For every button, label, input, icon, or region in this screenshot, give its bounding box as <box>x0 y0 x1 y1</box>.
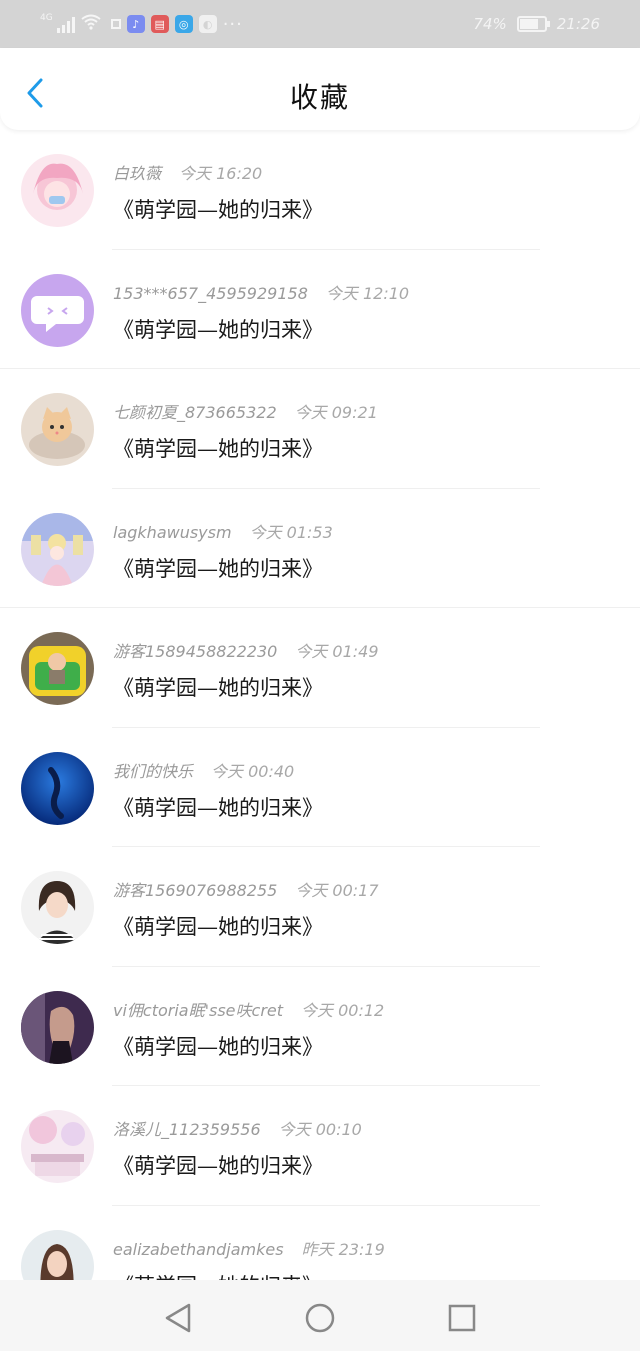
browser-app-icon: ◎ <box>174 15 193 33</box>
timestamp: 今天 12:10 <box>325 283 410 303</box>
list-item[interactable]: lagkhawusysm 今天 01:53 《萌学园—她的归来》 <box>0 489 640 608</box>
username: lagkhawusysm <box>113 522 232 542</box>
status-left: 4G ♪ ▤ ◎ ◐ ··· <box>40 10 243 38</box>
item-meta: 我们的快乐 今天 00:40 <box>113 758 294 782</box>
list-item[interactable]: 153***657_4595929158 今天 12:10 《萌学园—她的归来》 <box>0 250 640 369</box>
username: 游客1569076988255 <box>113 881 278 900</box>
username: vi佣ctoria眠'sse呋cret <box>113 1000 284 1020</box>
status-bar: 4G ♪ ▤ ◎ ◐ ··· 74% 21:26 <box>0 0 640 48</box>
username: 白玖薇 <box>113 164 162 183</box>
list-item[interactable]: ealizabethandjamkes 昨天 23:19 《萌学园—她的归来》 <box>0 1206 640 1281</box>
reader-app-icon: ▤ <box>150 15 169 33</box>
circle-home-icon <box>305 1303 335 1333</box>
nav-recents-button[interactable] <box>442 1298 482 1338</box>
item-meta: vi佣ctoria眠'sse呋cret 今天 00:12 <box>113 997 384 1021</box>
username: 七颜初夏_873665322 <box>113 403 277 422</box>
avatar[interactable] <box>21 632 94 705</box>
timestamp: 今天 09:21 <box>294 403 378 422</box>
avatar[interactable] <box>21 393 94 466</box>
username: ealizabethandjamkes <box>113 1239 284 1259</box>
item-meta: lagkhawusysm 今天 01:53 <box>113 519 333 543</box>
avatar[interactable] <box>21 1229 94 1280</box>
timestamp: 今天 01:53 <box>249 522 333 542</box>
page-title: 收藏 <box>289 81 350 114</box>
avatar[interactable] <box>21 273 94 347</box>
username: 我们的快乐 <box>113 761 194 781</box>
system-nav-bar <box>0 1280 640 1351</box>
item-title: 《萌学园—她的归来》 <box>113 1154 323 1178</box>
nav-back-button[interactable] <box>158 1298 198 1338</box>
item-title: 《萌学园—她的归来》 <box>113 1270 323 1281</box>
list-item[interactable]: 游客1569076988255 今天 00:17 《萌学园—她的归来》 <box>0 847 640 967</box>
avatar[interactable] <box>21 871 94 944</box>
avatar[interactable] <box>21 751 94 825</box>
timestamp: 昨天 23:19 <box>301 1239 385 1259</box>
timestamp: 今天 00:12 <box>301 1000 385 1020</box>
clock: 21:26 <box>556 15 600 33</box>
item-meta: 153***657_4595929158 今天 12:10 <box>113 280 409 304</box>
item-meta: 游客1589458822230 今天 01:49 <box>113 638 379 662</box>
item-title: 《萌学园—她的归来》 <box>113 198 323 222</box>
timestamp: 今天 00:10 <box>278 1120 362 1139</box>
notification-dot-icon <box>110 19 121 29</box>
item-title: 《萌学园—她的归来》 <box>113 437 323 461</box>
avatar[interactable] <box>21 512 94 586</box>
avatar[interactable] <box>21 154 94 227</box>
favorites-list: 白玖薇 今天 16:20 《萌学园—她的归来》 153***657_4595929… <box>0 130 640 1280</box>
music-app-icon: ♪ <box>126 15 145 33</box>
list-item[interactable]: 洛溪儿_112359556 今天 00:10 《萌学园—她的归来》 <box>0 1086 640 1206</box>
item-meta: 七颜初夏_873665322 今天 09:21 <box>113 399 378 423</box>
list-item[interactable]: 白玖薇 今天 16:20 《萌学园—她的归来》 <box>0 130 640 250</box>
nav-home-button[interactable] <box>300 1298 340 1338</box>
square-recents-icon <box>448 1304 476 1332</box>
item-title: 《萌学园—她的归来》 <box>113 795 323 820</box>
item-title: 《萌学园—她的归来》 <box>113 676 323 700</box>
item-title: 《萌学园—她的归来》 <box>113 1034 323 1059</box>
username: 游客1589458822230 <box>113 642 278 661</box>
timestamp: 今天 16:20 <box>179 164 263 183</box>
item-meta: 白玖薇 今天 16:20 <box>113 160 262 184</box>
username: 153***657_4595929158 <box>113 283 308 303</box>
item-meta: 洛溪儿_112359556 今天 00:10 <box>113 1116 362 1140</box>
avatar[interactable] <box>21 1110 94 1183</box>
header: 收藏 <box>0 48 640 130</box>
network-type: 4G <box>40 13 53 23</box>
avatar[interactable] <box>21 990 94 1064</box>
item-meta: ealizabethandjamkes 昨天 23:19 <box>113 1236 385 1260</box>
username: 洛溪儿_112359556 <box>113 1120 261 1139</box>
status-right: 74% 21:26 <box>473 10 600 38</box>
timestamp: 今天 00:17 <box>295 881 379 900</box>
wifi-icon <box>81 14 101 34</box>
list-item[interactable]: 我们的快乐 今天 00:40 《萌学园—她的归来》 <box>0 728 640 847</box>
list-item[interactable]: 七颜初夏_873665322 今天 09:21 《萌学园—她的归来》 <box>0 369 640 489</box>
wechat-icon: ◐ <box>198 15 217 33</box>
item-title: 《萌学园—她的归来》 <box>113 317 323 342</box>
battery-percent: 74% <box>473 15 507 33</box>
timestamp: 今天 00:40 <box>211 761 295 781</box>
item-title: 《萌学园—她的归来》 <box>113 556 323 581</box>
list-item[interactable]: vi佣ctoria眠'sse呋cret 今天 00:12 《萌学园—她的归来》 <box>0 967 640 1086</box>
timestamp: 今天 01:49 <box>295 642 379 661</box>
more-notifications: ··· <box>222 13 243 35</box>
signal-icon <box>56 15 75 33</box>
item-title: 《萌学园—她的归来》 <box>113 915 323 939</box>
list-item[interactable]: 游客1589458822230 今天 01:49 《萌学园—她的归来》 <box>0 608 640 728</box>
item-meta: 游客1569076988255 今天 00:17 <box>113 877 379 901</box>
battery-icon <box>516 16 550 32</box>
triangle-back-icon <box>165 1303 191 1333</box>
